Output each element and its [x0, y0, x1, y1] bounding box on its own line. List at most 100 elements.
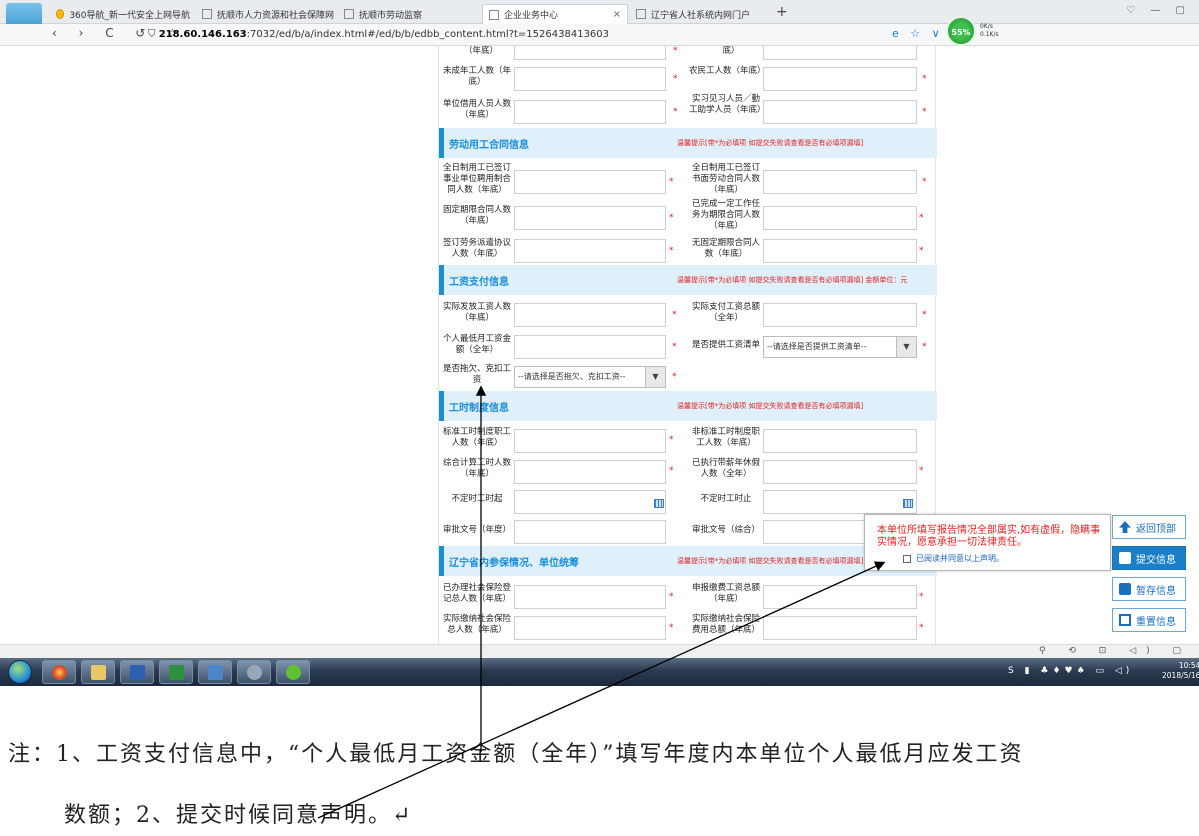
required-mark: *	[919, 592, 924, 602]
field-label: 个人最低月工资金额（全年）	[442, 334, 511, 355]
tab-liaoning-intranet[interactable]: 辽宁省人社系统内网门户	[630, 4, 770, 24]
field-label: 实际缴纳社会保险总人数（年底）	[442, 614, 511, 635]
form-input[interactable]	[763, 460, 917, 484]
form-input[interactable]	[514, 585, 666, 609]
new-tab-button[interactable]: +	[776, 4, 788, 20]
taskbar-tool[interactable]	[237, 660, 271, 684]
form-input[interactable]	[514, 206, 666, 230]
total-wage-input[interactable]	[763, 303, 917, 327]
window-controls[interactable]: ♡ — ▢	[1126, 5, 1191, 16]
required-mark: *	[672, 310, 677, 320]
agree-checkbox[interactable]: 已阅读并同意以上声明。	[903, 553, 1004, 564]
field-label: （年底）	[463, 46, 498, 56]
form-input[interactable]	[763, 585, 917, 609]
button-label: 返回顶部	[1136, 523, 1176, 535]
save-icon	[1119, 583, 1131, 595]
form-input[interactable]	[514, 429, 666, 453]
field-label: 实际缴纳社会保险费用总额（年底）	[691, 614, 760, 635]
chevron-down-icon[interactable]: ▼	[645, 367, 665, 387]
windows-taskbar: S ▮ ♣♦♥♠ ▭ ◁) 10:54 2018/5/16	[0, 658, 1199, 686]
field-label: 无固定期限合同人数（年底）	[691, 238, 760, 259]
form-input[interactable]	[514, 46, 666, 60]
field-label: 签订劳务派遣协议人数（年底）	[442, 238, 511, 259]
section-title: 工资支付信息	[449, 277, 509, 288]
tab-label: 抚顺市人力资源和社会保障网	[217, 10, 335, 21]
taskbar-chrome-app[interactable]	[42, 660, 76, 684]
field-label: 已执行带薪年休假人数（全年）	[691, 458, 760, 479]
required-mark: *	[673, 74, 678, 84]
taskbar-remote[interactable]	[198, 660, 232, 684]
tab-360-nav[interactable]: 360导航_新一代安全上网导航	[50, 4, 190, 24]
section-title: 辽宁省内参保情况、单位统筹	[449, 558, 579, 569]
required-mark: *	[669, 246, 674, 256]
form-input[interactable]	[514, 170, 666, 194]
system-tray[interactable]: S ▮ ♣♦♥♠ ▭ ◁)	[1008, 666, 1133, 676]
tab-labor-inspection[interactable]: 抚顺市劳动监察	[338, 4, 478, 24]
wage-list-select[interactable]: --请选择是否提供工资清单-- ▼	[763, 336, 917, 358]
declaration-popup: 本单位所填写报告情况全部属实,如有虚假，隐瞒事实情况，愿意承担一切法律责任。 已…	[864, 514, 1111, 571]
required-mark: *	[669, 466, 674, 476]
field-label: 农民工人数（年底）	[689, 66, 766, 76]
section-labor-contract: 劳动用工合同信息 温馨提示[带*为必填项 如提交失败请查看是否有必填项漏填]	[439, 128, 937, 158]
form-input[interactable]	[514, 460, 666, 484]
form-input[interactable]	[514, 616, 666, 640]
field-label: 综合计算工时人数（年底）	[442, 458, 511, 479]
form-input[interactable]	[763, 46, 917, 60]
field-label: 全日制用工已签订书面劳动合同人数（年底）	[691, 163, 760, 195]
field-label: 非标准工时制度职工人数（年底）	[691, 427, 760, 448]
button-label: 提交信息	[1136, 554, 1176, 566]
form-input[interactable]	[514, 67, 666, 91]
field-label: 是否拖欠、克扣工资	[442, 364, 511, 385]
field-label: 单位借用人员人数（年底）	[442, 99, 511, 120]
taskbar-word[interactable]	[120, 660, 154, 684]
calendar-icon[interactable]	[903, 499, 913, 508]
reset-button[interactable]: 重置信息	[1112, 608, 1186, 632]
min-monthly-wage-input[interactable]	[514, 335, 666, 359]
form-input[interactable]	[763, 429, 917, 453]
form-input[interactable]	[763, 100, 917, 124]
form-input[interactable]	[763, 67, 917, 91]
start-button[interactable]	[8, 660, 32, 684]
tab-label: 360导航_新一代安全上网导航	[69, 10, 190, 21]
tab-enterprise-center[interactable]: 企业业务中心 ×	[482, 4, 628, 24]
field-label: 审批文号（年度）	[442, 525, 511, 535]
form-input[interactable]	[763, 239, 917, 263]
section-hint: 温馨提示[带*为必填项 如提交失败请查看是否有必填项漏填]	[677, 557, 864, 565]
required-mark: *	[672, 342, 677, 352]
date-start-input[interactable]	[514, 490, 666, 514]
section-hint: 温馨提示[带*为必填项 如提交失败请查看是否有必填项漏填] 金额单位：元	[677, 276, 908, 284]
section-working-hours: 工时制度信息 温馨提示[带*为必填项 如提交失败请查看是否有必填项漏填]	[439, 391, 937, 421]
page-icon	[344, 9, 354, 19]
back-to-top-button[interactable]: 返回顶部	[1112, 515, 1186, 539]
wage-arrears-select[interactable]: --请选择是否拖欠、克扣工资-- ▼	[514, 366, 666, 388]
form-input[interactable]	[763, 170, 917, 194]
required-mark: *	[669, 623, 674, 633]
url-field[interactable]: ⛉ 218.60.146.163:7032/ed/b/a/index.html#…	[148, 27, 938, 43]
taskbar-wechat[interactable]	[276, 660, 310, 684]
url-actions[interactable]: e ☆ ∨	[892, 27, 944, 40]
form-input[interactable]	[763, 616, 917, 640]
actual-wage-count-input[interactable]	[514, 303, 666, 327]
submit-button[interactable]: 提交信息	[1112, 546, 1186, 570]
browser-tab-bar: 360导航_新一代安全上网导航 抚顺市人力资源和社会保障网 抚顺市劳动监察 企业…	[0, 0, 1199, 24]
form-input[interactable]	[514, 100, 666, 124]
taskbar-explorer[interactable]	[81, 660, 115, 684]
tab-fushun-hr[interactable]: 抚顺市人力资源和社会保障网	[196, 4, 336, 24]
required-mark: *	[669, 435, 674, 445]
chevron-down-icon[interactable]: ▼	[896, 337, 916, 357]
close-icon[interactable]: ×	[613, 9, 621, 20]
checkbox-icon[interactable]	[903, 554, 911, 563]
taskbar-excel[interactable]	[159, 660, 193, 684]
date-end-input[interactable]	[763, 490, 917, 514]
form-input[interactable]	[514, 520, 666, 544]
network-monitor-badge[interactable]: 55%	[946, 16, 976, 46]
clock-time: 10:54	[1178, 661, 1199, 670]
calendar-icon[interactable]	[654, 499, 664, 508]
status-icons[interactable]: ⚲ ⟲ ⊡ ◁) ▢	[1039, 646, 1191, 656]
clock[interactable]: 10:54 2018/5/16	[1162, 661, 1199, 681]
form-input[interactable]	[763, 206, 917, 230]
form-input[interactable]	[514, 239, 666, 263]
upload-speed: 0K/s	[980, 23, 993, 30]
save-draft-button[interactable]: 暂存信息	[1112, 577, 1186, 601]
required-mark: *	[919, 623, 924, 633]
